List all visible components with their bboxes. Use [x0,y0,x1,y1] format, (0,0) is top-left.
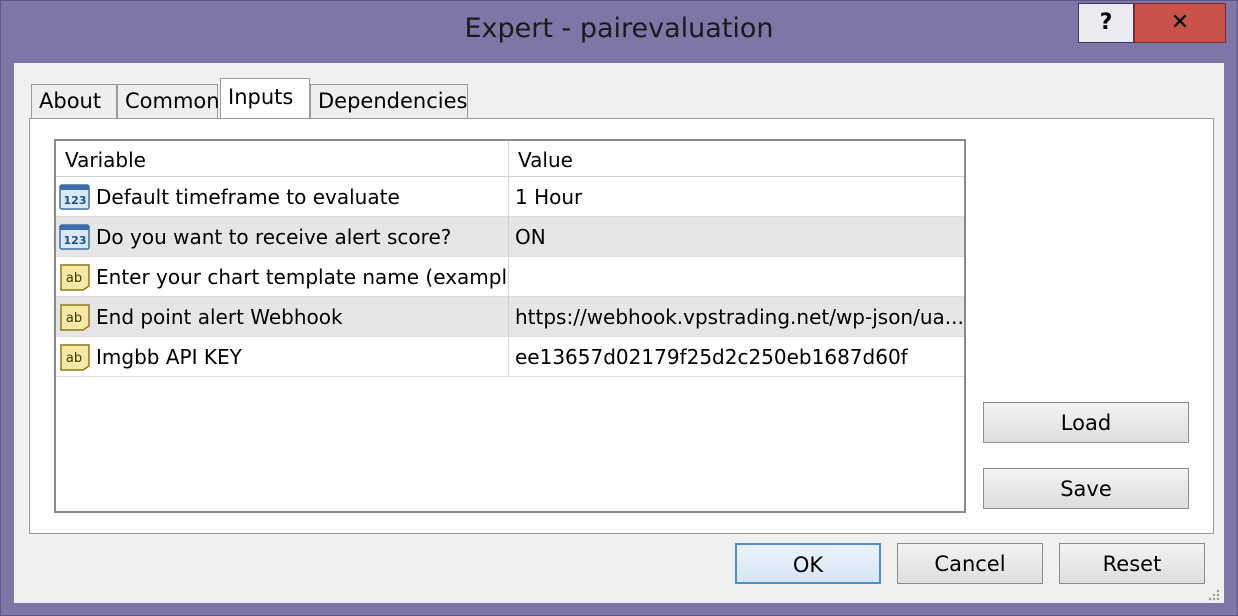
svg-text:123: 123 [64,234,87,247]
svg-text:ab: ab [66,351,82,366]
tab-dependencies[interactable]: Dependencies [310,84,468,118]
variable-value[interactable]: 1 Hour [508,177,962,216]
inputs-grid: Variable Value 123 Default timeframe to … [54,139,966,513]
grid-header: Variable Value [56,141,964,177]
table-row[interactable]: ab Enter your chart template name (examp… [56,257,964,297]
numeric-123-icon: 123 [59,184,90,210]
table-row[interactable]: 123 Default timeframe to evaluate 1 Hour [56,177,964,217]
variable-name: Enter your chart template name (example.… [96,265,506,289]
reset-button[interactable]: Reset [1059,543,1205,584]
tab-label: Common [125,89,220,113]
variable-name: Do you want to receive alert score? [96,225,452,249]
variable-name: Imgbb API KEY [96,345,242,369]
inputs-tab-panel: Variable Value 123 Default timeframe to … [29,118,1214,534]
save-button[interactable]: Save [983,468,1189,509]
table-row[interactable]: 123 Do you want to receive alert score? … [56,217,964,257]
table-row[interactable]: ab Imgbb API KEY ee13657d02179f25d2c250e… [56,337,964,377]
variable-value[interactable]: ee13657d02179f25d2c250eb1687d60f [508,337,962,376]
svg-text:ab: ab [66,311,82,326]
tab-label: Inputs [228,85,294,109]
dialog-client-area: About Common Inputs Dependencies Variabl… [14,63,1224,603]
string-ab-icon: ab [60,344,90,371]
close-button[interactable]: ✕ [1134,3,1226,43]
table-row[interactable]: ab End point alert Webhook https://webho… [56,297,964,337]
load-button[interactable]: Load [983,402,1189,443]
svg-text:123: 123 [64,194,87,207]
numeric-123-icon: 123 [59,224,90,250]
resize-grip-icon[interactable] [1206,587,1220,601]
string-ab-icon: ab [60,264,90,291]
close-icon: ✕ [1170,10,1190,35]
tab-about[interactable]: About [31,84,117,118]
tab-inputs[interactable]: Inputs [220,78,310,118]
cancel-button[interactable]: Cancel [897,543,1043,584]
variable-value[interactable] [508,257,962,296]
tab-label: About [39,89,102,113]
window-title: Expert - pairevaluation [464,13,774,44]
svg-text:ab: ab [66,271,82,286]
tab-label: Dependencies [318,89,468,113]
column-header-variable[interactable]: Variable [56,141,508,177]
variable-value[interactable]: ON [508,217,962,256]
tab-common[interactable]: Common [117,84,220,118]
variable-name: End point alert Webhook [96,305,343,329]
variable-name: Default timeframe to evaluate [96,185,400,209]
title-bar[interactable]: Expert - pairevaluation ? ✕ [1,1,1237,63]
ok-button[interactable]: OK [735,543,881,584]
dialog-window: Expert - pairevaluation ? ✕ About Common… [0,0,1238,616]
column-header-value[interactable]: Value [508,141,964,177]
string-ab-icon: ab [60,304,90,331]
variable-value[interactable]: https://webhook.vpstrading.net/wp-json/u… [508,297,962,336]
help-button[interactable]: ? [1078,3,1134,43]
